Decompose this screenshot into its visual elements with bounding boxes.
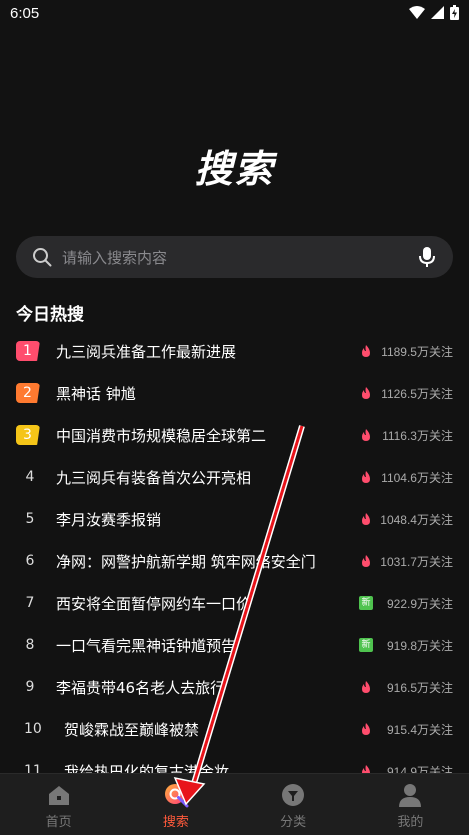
rank-badge: 1 xyxy=(16,341,40,361)
tab-category-label: 分类 xyxy=(280,815,307,830)
search-bar[interactable]: 请输入搜索内容 xyxy=(16,236,453,278)
follow-count: 1031.7万关注 xyxy=(380,554,453,569)
fire-icon xyxy=(362,723,370,735)
follow-count: 922.9万关注 xyxy=(386,596,453,611)
rank-badge: 7 xyxy=(25,595,35,611)
rank-badge: 8 xyxy=(25,637,35,653)
hot-search-item[interactable]: 7 西安将全面暂停网约车一口价 新 922.9万关注 xyxy=(0,582,469,624)
bottom-tab-bar: 首页 搜索 分类 我的 xyxy=(0,773,469,835)
hot-search-item[interactable]: 1 九三阅兵准备工作最新进展 1189.5万关注 xyxy=(0,330,469,372)
hot-search-title: 九三阅兵准备工作最新进展 xyxy=(56,342,237,361)
fire-icon xyxy=(362,555,370,567)
fire-icon xyxy=(362,513,370,525)
fire-icon xyxy=(362,387,370,399)
hot-search-item[interactable]: 5 李月汝赛季报销 1048.4万关注 xyxy=(0,498,469,540)
profile-icon xyxy=(399,784,422,807)
rank-badge: 5 xyxy=(25,511,35,527)
search-tab-icon xyxy=(164,784,189,808)
hot-search-item[interactable]: 10 贺峻霖战至巅峰被禁 915.4万关注 xyxy=(0,708,469,750)
follow-count: 1189.5万关注 xyxy=(381,344,453,359)
follow-count: 1104.6万关注 xyxy=(381,470,453,485)
hot-search-heading: 今日热搜 xyxy=(16,305,84,325)
follow-count: 916.5万关注 xyxy=(386,680,453,695)
follow-count: 1126.5万关注 xyxy=(381,386,453,401)
hot-search-title: 李福贵带46名老人去旅行 xyxy=(56,678,226,697)
rank-badge: 9 xyxy=(25,679,35,695)
hot-search-item[interactable]: 6 净网：网警护航新学期 筑牢网络安全门 1031.7万关注 xyxy=(0,540,469,582)
hot-search-item[interactable]: 3 中国消费市场规模稳居全球第二 1116.3万关注 xyxy=(0,414,469,456)
status-bar: 6:05 xyxy=(0,0,469,28)
fire-icon xyxy=(362,471,370,483)
status-icons xyxy=(409,5,459,20)
hot-search-item[interactable]: 4 九三阅兵有装备首次公开亮相 1104.6万关注 xyxy=(0,456,469,498)
home-icon xyxy=(48,786,69,805)
tab-profile-label: 我的 xyxy=(397,815,424,830)
rank-badge: 4 xyxy=(25,469,35,485)
new-badge: 新 xyxy=(359,596,373,610)
tab-home-label: 首页 xyxy=(45,815,72,830)
rank-badge: 10 xyxy=(24,721,42,737)
follow-count: 915.4万关注 xyxy=(386,722,453,737)
hot-search-item[interactable]: 9 李福贵带46名老人去旅行 916.5万关注 xyxy=(0,666,469,708)
tab-category[interactable]: 分类 xyxy=(235,774,352,835)
hot-search-item[interactable]: 2 黑神话 钟馗 1126.5万关注 xyxy=(0,372,469,414)
hot-search-item[interactable]: 8 一口气看完黑神话钟馗预告 新 919.8万关注 xyxy=(0,624,469,666)
tab-search[interactable]: 搜索 xyxy=(117,774,234,835)
microphone-icon[interactable] xyxy=(417,246,437,268)
hot-search-title: 中国消费市场规模稳居全球第二 xyxy=(56,426,267,445)
battery-icon xyxy=(450,5,459,20)
rank-badge: 6 xyxy=(25,553,35,569)
hot-search-title: 贺峻霖战至巅峰被禁 xyxy=(64,720,200,739)
hot-search-title: 黑神话 钟馗 xyxy=(56,384,136,403)
follow-count: 1048.4万关注 xyxy=(380,512,453,527)
fire-icon xyxy=(362,429,370,441)
signal-icon xyxy=(431,6,444,19)
rank-badge: 2 xyxy=(16,383,40,403)
rank-badge: 3 xyxy=(16,425,40,445)
tab-search-label: 搜索 xyxy=(162,815,189,830)
fire-icon xyxy=(362,345,370,357)
status-time: 6:05 xyxy=(10,5,40,22)
follow-count: 919.8万关注 xyxy=(386,638,453,653)
page-title: 搜索 xyxy=(194,147,275,191)
tab-profile[interactable]: 我的 xyxy=(352,774,469,835)
hot-search-title: 李月汝赛季报销 xyxy=(56,510,162,529)
search-input[interactable]: 请输入搜索内容 xyxy=(62,247,417,268)
hot-search-title: 西安将全面暂停网约车一口价 xyxy=(56,594,252,613)
hot-search-title: 净网：网警护航新学期 筑牢网络安全门 xyxy=(56,552,316,571)
search-icon xyxy=(33,248,52,267)
hot-search-title: 一口气看完黑神话钟馗预告 xyxy=(56,636,237,655)
category-icon xyxy=(282,784,305,806)
hot-search-title: 九三阅兵有装备首次公开亮相 xyxy=(56,468,252,487)
new-badge: 新 xyxy=(359,638,373,652)
fire-icon xyxy=(362,681,370,693)
follow-count: 1116.3万关注 xyxy=(382,428,453,443)
wifi-icon xyxy=(409,6,425,19)
tab-home[interactable]: 首页 xyxy=(0,774,117,835)
